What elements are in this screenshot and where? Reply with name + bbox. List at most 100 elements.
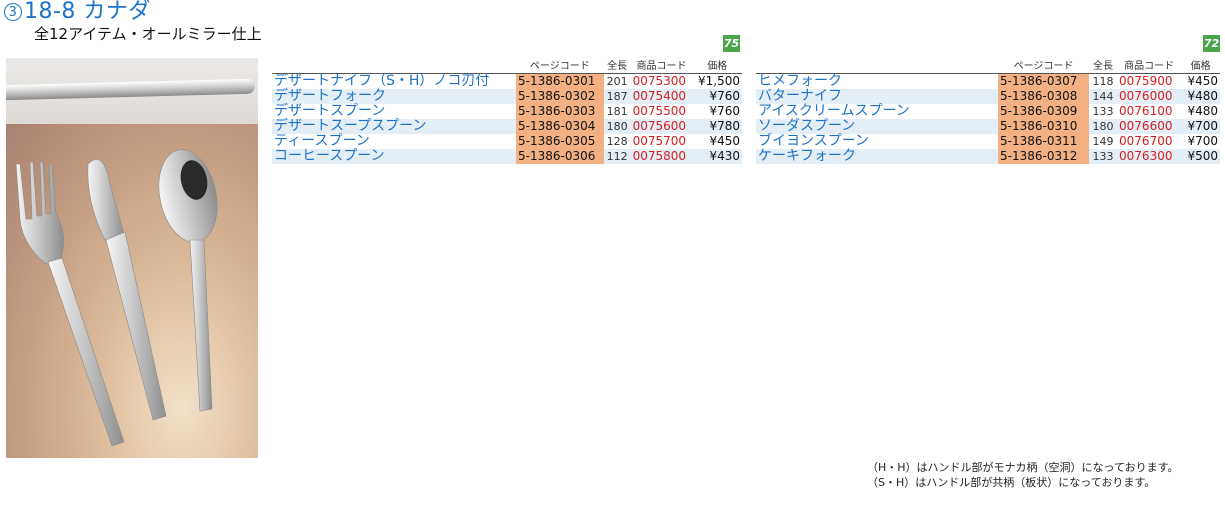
length: 133 [1089,149,1118,164]
column-header-price: 価格 [707,61,728,72]
table-row: ブイヨンスプーン 5-1386-0311 149 0076700 ¥700 [756,134,1220,149]
length: 112 [603,149,631,164]
length: 187 [603,89,631,104]
table-row: バターナイフ 5-1386-0308 144 0076000 ¥480 [756,89,1220,104]
product-code: 0076100 [1119,104,1173,118]
product-code: 0075700 [632,134,687,148]
column-header-page-code: ページコード [1013,61,1074,72]
column-header-length: 全長 [607,61,628,72]
page-code: 5-1386-0311 [998,134,1090,149]
price: ¥1,500 [698,74,740,88]
page-code: 5-1386-0303 [516,104,604,119]
page-code: 5-1386-0302 [516,89,604,104]
handle-notes: （H・H）はハンドル部がモナカ柄（空洞）になっております。 （S・H）はハンドル… [867,460,1179,490]
table-row: ヒメフォーク 5-1386-0307 118 0075900 ¥450 [756,73,1220,89]
table-row: ティースプーン 5-1386-0305 128 0075700 ¥450 [272,134,742,149]
product-name: デザートナイフ（S・H）ノコ刃付 [274,73,490,89]
price: ¥780 [692,119,742,134]
product-name: バターナイフ [756,89,998,104]
product-photo-cutlery [6,124,258,458]
price: ¥480 [1181,89,1220,104]
page-code: 5-1386-0310 [998,119,1090,134]
table-header-row: ページコード 全長 商品コード 価格 [756,56,1220,74]
page-code: 5-1386-0309 [998,104,1090,119]
table-row: デザートスープスプーン 5-1386-0304 180 0075600 ¥780 [272,119,742,134]
item-number-circle: 3 [4,3,22,21]
cutlery-handle-shape [6,78,256,101]
price: ¥450 [1187,74,1218,88]
product-name: ヒメフォーク [758,73,842,89]
length: 180 [1089,119,1118,134]
series-title: 3 18-8 カナダ [4,0,262,24]
column-header-name [756,56,998,74]
note-hh: （H・H）はハンドル部がモナカ柄（空洞）になっております。 [867,461,1179,474]
product-photo-handle [6,58,258,124]
note-sh: （S・H）はハンドル部が共柄（板状）になっております。 [867,476,1156,489]
product-table-right: ページコード 全長 商品コード 価格 ヒメフォーク 5-1386-0307 118 0… [756,56,1220,164]
product-name: デザートスプーン [274,103,386,119]
page-badge-right: 72 [1203,35,1220,52]
length: 180 [603,119,631,134]
product-code: 0076600 [1117,119,1182,134]
column-header-page-code: ページコード [529,61,590,72]
page-code: 5-1386-0301 [516,73,604,89]
length: 128 [606,135,628,148]
price: ¥760 [709,104,740,118]
page-code: 5-1386-0312 [998,149,1090,164]
table-header-row: ページコード 全長 商品コード 価格 [272,56,742,74]
product-name: デザートスープスプーン [272,119,516,134]
product-code: 0075500 [632,104,687,118]
product-code: 0075400 [630,89,693,104]
price: ¥700 [1187,134,1218,148]
page-code: 5-1386-0308 [998,89,1090,104]
column-header-price: 価格 [1190,61,1211,72]
page-code: 5-1386-0305 [516,134,604,149]
table-row: コーヒースプーン 5-1386-0306 112 0075800 ¥430 [272,149,742,164]
page-badge-left: 75 [723,35,740,52]
product-code: 0075900 [1119,74,1173,88]
product-name: デザートフォーク [272,89,516,104]
table-row: ケーキフォーク 5-1386-0312 133 0076300 ¥500 [756,149,1220,164]
length: 118 [1092,75,1114,88]
product-name: ケーキフォーク [756,149,998,164]
length: 133 [1092,105,1114,118]
price: ¥450 [709,134,740,148]
table-row: デザートフォーク 5-1386-0302 187 0075400 ¥760 [272,89,742,104]
product-name: アイスクリームスプーン [758,103,910,119]
product-name: ティースプーン [274,133,370,149]
product-name: ソーダスプーン [756,119,998,134]
product-table-left: ページコード 全長 商品コード 価格 デザートナイフ（S・H）ノコ刃付 5-138… [272,56,742,164]
price: ¥500 [1181,149,1220,164]
product-code: 0076300 [1117,149,1182,164]
series-name: 18-8 カナダ [24,0,151,24]
table-row: アイスクリームスプーン 5-1386-0309 133 0076100 ¥480 [756,104,1220,119]
product-code: 0075600 [630,119,693,134]
length: 181 [606,105,628,118]
cutlery-illustration [15,149,218,447]
price: ¥430 [692,149,742,164]
price: ¥480 [1187,104,1218,118]
page-code: 5-1386-0304 [516,119,604,134]
series-subtitle: 全12アイテム・オールミラー仕上 [34,25,262,43]
table-row: デザートスプーン 5-1386-0303 181 0075500 ¥760 [272,104,742,119]
product-code: 0075300 [632,74,687,88]
product-code: 0075800 [630,149,693,164]
product-name: ブイヨンスプーン [758,133,870,149]
table-row: ソーダスプーン 5-1386-0310 180 0076600 ¥700 [756,119,1220,134]
column-header-product-code: 商品コード [636,61,687,72]
column-header-product-code: 商品コード [1124,61,1175,72]
product-code: 0076000 [1117,89,1182,104]
length: 149 [1092,135,1114,148]
length: 201 [606,75,628,88]
price: ¥760 [692,89,742,104]
product-name: コーヒースプーン [272,149,516,164]
table-row: デザートナイフ（S・H）ノコ刃付 5-1386-0301 201 0075300 ¥1,… [272,73,742,89]
catalog-header: 3 18-8 カナダ 全12アイテム・オールミラー仕上 [4,0,262,44]
length: 144 [1089,89,1118,104]
column-header-name [272,56,516,74]
page-code: 5-1386-0307 [998,73,1090,89]
page-code: 5-1386-0306 [516,149,604,164]
product-code: 0076700 [1119,134,1173,148]
price: ¥700 [1181,119,1220,134]
column-header-length: 全長 [1093,61,1114,72]
